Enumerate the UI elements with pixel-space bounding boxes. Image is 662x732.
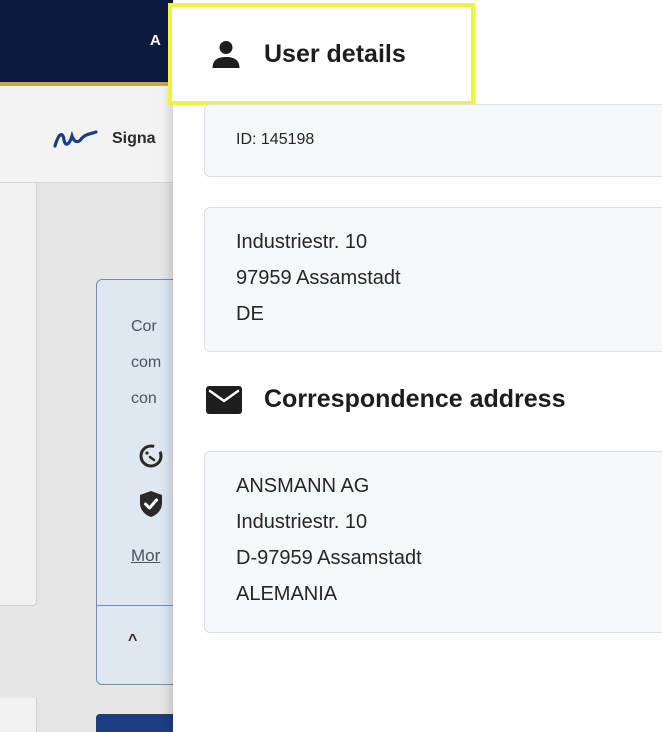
top-bar-text[interactable]: A [150,32,161,49]
left-card [0,183,37,606]
correspondence-line: ANSMANN AG [236,475,370,497]
user-id-card: ID: 145198 [204,104,662,177]
user-address-card: Industriestr. 10 97959 Assamstadt DE [204,207,662,352]
correspondence-heading: Correspondence address [206,385,566,414]
info-line: Cor [131,318,157,335]
correspondence-address-card: ANSMANN AG Industriestr. 10 D-97959 Assa… [204,451,662,633]
correspondence-line: Industriestr. 10 [236,511,368,533]
shield-check-icon [140,491,162,517]
info-line: com [131,354,162,371]
user-details-heading: User details [210,38,406,70]
collapse-chevron-up-icon[interactable]: ^ [128,632,137,650]
correspondence-line: ALEMANIA [236,583,338,605]
envelope-icon [206,385,242,414]
user-details-title: User details [264,39,406,68]
left-card-lower [0,698,37,732]
brand-label[interactable]: Signa [112,130,156,148]
info-line: con [131,390,157,407]
correspondence-line: D-97959 Assamstadt [236,547,422,569]
address-line: 97959 Assamstadt [236,267,401,289]
address-line: Industriestr. 10 [236,231,368,253]
signature-logo-icon[interactable] [52,128,98,150]
user-id: ID: 145198 [236,131,315,148]
correspondence-title: Correspondence address [264,385,566,413]
person-icon [212,41,240,68]
user-details-drawer: User details ID: 145198 Industriestr. 10… [168,0,662,732]
more-link[interactable]: Mor [131,546,160,566]
timer-icon [139,444,163,468]
address-line: DE [236,303,264,325]
